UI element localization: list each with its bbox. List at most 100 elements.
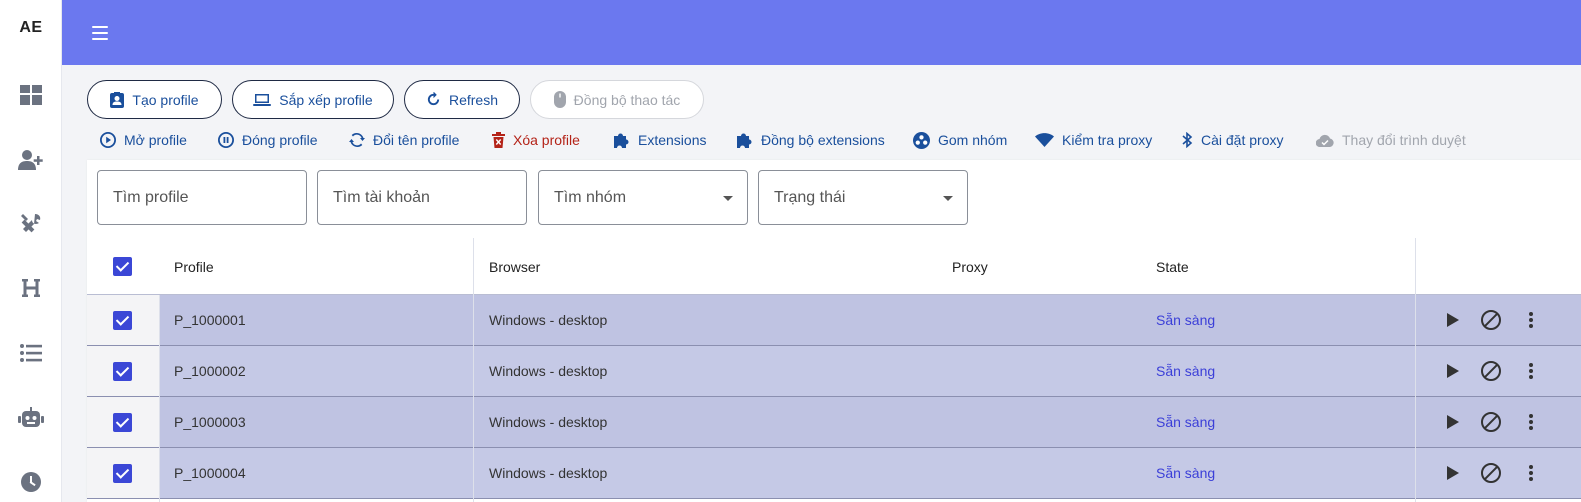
status-placeholder: Trạng thái (774, 188, 846, 206)
arrange-profile-button[interactable]: Sắp xếp profile (232, 80, 394, 119)
row-checkbox[interactable] (113, 311, 132, 330)
profile-column-header[interactable]: Profile (174, 238, 214, 295)
rename-profile-label: Đổi tên profile (373, 132, 460, 148)
dashboard-icon[interactable] (17, 81, 45, 109)
delete-profile-link[interactable]: Xóa profile (492, 130, 580, 150)
search-profile-placeholder: Tìm profile (113, 188, 189, 206)
change-browser-link[interactable]: Thay đổi trình duyệt (1316, 130, 1466, 150)
sync-actions-label: Đồng bộ thao tác (573, 91, 681, 108)
contact-card-icon (110, 91, 125, 108)
block-icon[interactable] (1480, 462, 1502, 484)
app-logo: AE (19, 19, 43, 36)
table-row[interactable]: P_1000001 Windows - desktop Sẵn sàng (87, 295, 1581, 346)
top-bar (62, 0, 1581, 65)
column-divider (159, 295, 160, 502)
mouse-icon (553, 91, 566, 108)
block-icon[interactable] (1480, 309, 1502, 331)
browser-cell: Windows - desktop (489, 363, 608, 379)
group-label: Gom nhóm (938, 132, 1008, 148)
profile-cell: P_1000003 (174, 414, 246, 430)
robot-icon[interactable] (17, 404, 45, 432)
sync-extensions-label: Đồng bộ extensions (761, 132, 885, 148)
browser-cell: Windows - desktop (489, 414, 608, 430)
browser-column-header[interactable]: Browser (489, 238, 540, 295)
play-icon[interactable] (1442, 309, 1464, 331)
clock-icon[interactable] (17, 468, 45, 496)
cloud-check-icon (1316, 134, 1334, 147)
close-profile-link[interactable]: Đóng profile (218, 130, 318, 150)
refresh-button[interactable]: Refresh (404, 80, 520, 119)
extensions-label: Extensions (638, 132, 707, 148)
dropdown-arrow-icon (943, 196, 953, 201)
row-checkbox[interactable] (113, 464, 132, 483)
search-group-select[interactable]: Tìm nhóm (538, 170, 748, 225)
table-header: Profile Browser Proxy State (87, 238, 1581, 295)
change-browser-label: Thay đổi trình duyệt (1342, 132, 1466, 148)
proxy-column-header[interactable]: Proxy (952, 238, 988, 295)
table-row[interactable]: P_1000002 Windows - desktop Sẵn sàng (87, 346, 1581, 397)
trash-icon (492, 132, 505, 148)
browser-cell: Windows - desktop (489, 312, 608, 328)
table-row[interactable]: P_1000003 Windows - desktop Sẵn sàng (87, 397, 1581, 448)
group-circle-icon (913, 131, 930, 149)
create-profile-label: Tạo profile (132, 91, 199, 108)
more-vert-icon[interactable] (1520, 411, 1542, 433)
check-proxy-link[interactable]: Kiểm tra proxy (1035, 130, 1152, 150)
search-account-placeholder: Tìm tài khoản (333, 188, 430, 206)
state-cell: Sẵn sàng (1156, 312, 1216, 328)
open-profile-link[interactable]: Mở profile (100, 130, 187, 150)
arrange-profile-label: Sắp xếp profile (279, 91, 373, 108)
search-profile-field[interactable]: Tìm profile (97, 170, 307, 225)
create-profile-button[interactable]: Tạo profile (87, 80, 222, 119)
group-link[interactable]: Gom nhóm (913, 130, 1007, 150)
sync-extensions-link[interactable]: Đồng bộ extensions (735, 130, 885, 150)
set-proxy-label: Cài đặt proxy (1201, 132, 1284, 148)
state-cell: Sẵn sàng (1156, 414, 1216, 430)
row-checkbox[interactable] (113, 362, 132, 381)
extensions-link[interactable]: Extensions (612, 130, 706, 150)
side-rail: AE (0, 0, 62, 502)
search-account-field[interactable]: Tìm tài khoản (317, 170, 527, 225)
set-proxy-link[interactable]: Cài đặt proxy (1182, 130, 1283, 150)
block-icon[interactable] (1480, 411, 1502, 433)
sync-icon (349, 132, 365, 148)
state-column-header[interactable]: State (1156, 238, 1189, 295)
search-group-placeholder: Tìm nhóm (554, 188, 627, 206)
rename-profile-link[interactable]: Đổi tên profile (349, 130, 459, 150)
delete-profile-label: Xóa profile (513, 132, 580, 148)
play-icon[interactable] (1442, 360, 1464, 382)
tools-icon[interactable] (17, 210, 45, 238)
sync-actions-button[interactable]: Đồng bộ thao tác (530, 80, 704, 119)
state-cell: Sẵn sàng (1156, 465, 1216, 481)
profile-cell: P_1000002 (174, 363, 246, 379)
bluetooth-icon (1182, 132, 1193, 148)
refresh-label: Refresh (448, 91, 499, 108)
close-profile-label: Đóng profile (242, 132, 318, 148)
puzzle-icon (737, 133, 752, 148)
play-icon[interactable] (1442, 462, 1464, 484)
profile-cell: P_1000001 (174, 312, 246, 328)
profiles-card: Tìm profile Tìm tài khoản Tìm nhóm Trạng… (87, 160, 1581, 502)
list-icon[interactable] (17, 339, 45, 367)
block-icon[interactable] (1480, 360, 1502, 382)
play-circle-icon (100, 132, 116, 148)
select-all-checkbox[interactable] (113, 257, 132, 276)
column-divider (1415, 238, 1416, 502)
table-row[interactable]: P_1000004 Windows - desktop Sẵn sàng (87, 448, 1581, 499)
more-vert-icon[interactable] (1520, 360, 1542, 382)
browser-cell: Windows - desktop (489, 465, 608, 481)
puzzle-icon (614, 133, 629, 148)
heading-icon[interactable] (17, 274, 45, 302)
more-vert-icon[interactable] (1520, 309, 1542, 331)
row-checkbox[interactable] (113, 413, 132, 432)
user-add-icon[interactable] (17, 146, 45, 174)
open-profile-label: Mở profile (124, 132, 187, 148)
menu-icon[interactable] (90, 24, 112, 42)
refresh-icon (427, 92, 440, 106)
pause-circle-icon (218, 132, 234, 148)
wifi-icon (1035, 133, 1054, 147)
more-vert-icon[interactable] (1520, 462, 1542, 484)
status-select[interactable]: Trạng thái (758, 170, 968, 225)
laptop-icon (253, 93, 272, 106)
play-icon[interactable] (1442, 411, 1464, 433)
